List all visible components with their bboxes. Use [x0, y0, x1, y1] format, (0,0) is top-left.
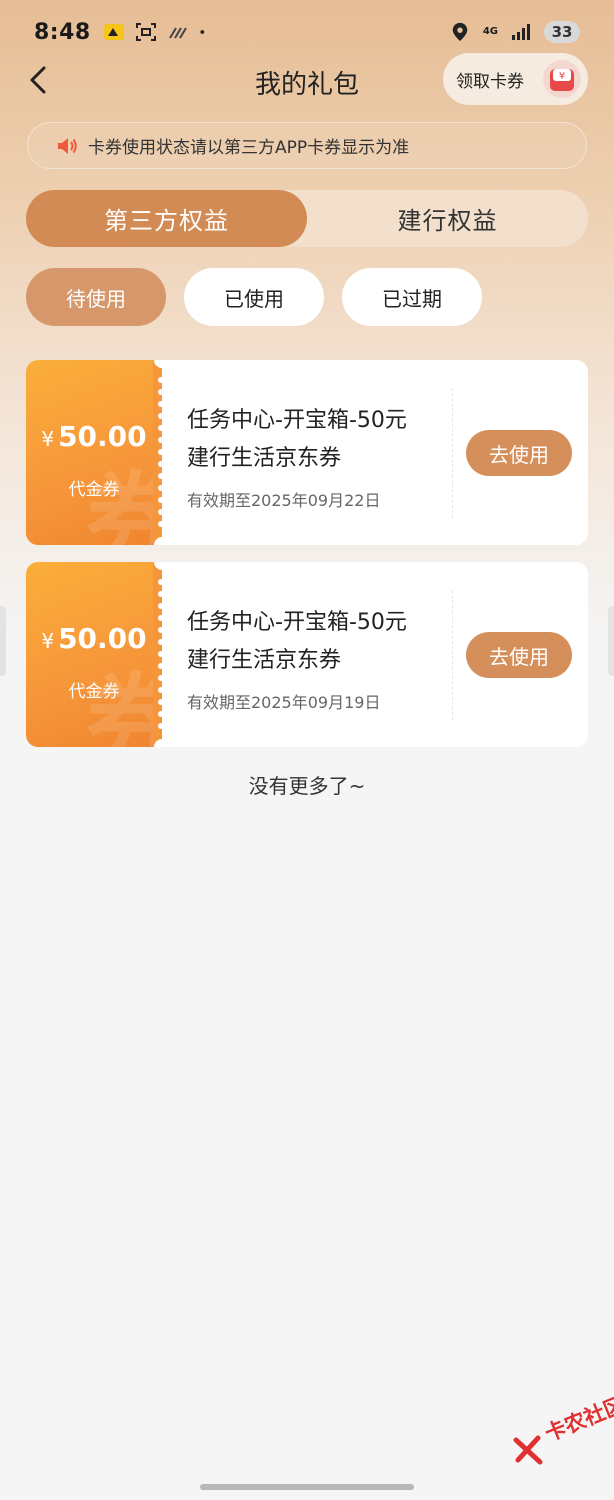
red-envelope-icon: ¥ [543, 60, 581, 98]
right-edge-handle[interactable] [608, 606, 614, 676]
coupon-type: 代金券 [68, 682, 120, 702]
no-more-text: 没有更多了~ [248, 774, 366, 798]
coupon-perforation [153, 562, 171, 747]
status-time: 8:48 [34, 19, 91, 45]
use-coupon-button[interactable]: 去使用 [466, 632, 572, 678]
coupon-name: 任务中心-开宝箱-50元 建行生活京东券 [187, 610, 407, 673]
coupon-value-panel: 券 ¥50.00 代金券 [26, 360, 162, 545]
signal-icon [512, 24, 530, 40]
coupon-expiry: 有效期至2025年09月19日 [187, 693, 381, 712]
coupon-type: 代金券 [68, 480, 120, 500]
network-type: 4G [482, 26, 498, 37]
notice-text: 卡券使用状态请以第三方APP卡券显示为准 [88, 138, 410, 158]
battery-icon: 33 [544, 21, 580, 43]
coupon-card: 券 ¥50.00 代金券 任务中心-开宝箱-50元 建行生活京东券 有效期至20… [26, 562, 588, 747]
coupon-name: 任务中心-开宝箱-50元 建行生活京东券 [187, 408, 407, 471]
coupon-card: 券 ¥50.00 代金券 任务中心-开宝箱-50元 建行生活京东券 有效期至20… [26, 360, 588, 545]
nfc-icon [168, 27, 187, 39]
app-notification-icon [103, 24, 124, 40]
main-tabs: 第三方权益 建行权益 [26, 190, 588, 247]
tab-ccb[interactable]: 建行权益 [307, 190, 588, 247]
use-coupon-button[interactable]: 去使用 [466, 430, 572, 476]
coupon-amount: ¥50.00 [41, 622, 147, 655]
speaker-icon [58, 137, 77, 154]
coupon-divider [452, 388, 453, 518]
red-envelope-symbol: ¥ [559, 71, 565, 82]
coupon-divider [452, 590, 453, 720]
filter-unused[interactable]: 待使用 [26, 268, 166, 326]
status-filter-tabs: 待使用 已使用 已过期 [26, 268, 482, 326]
get-coupon-label: 领取卡券 [456, 71, 524, 92]
get-coupon-button[interactable]: 领取卡券 ¥ [443, 53, 588, 105]
watermark-text: 卡农社区 [541, 1392, 614, 1446]
watermark-logo-icon [513, 1435, 543, 1465]
filter-expired[interactable]: 已过期 [342, 268, 482, 326]
filter-used[interactable]: 已使用 [184, 268, 324, 326]
coupon-expiry: 有效期至2025年09月22日 [187, 491, 381, 510]
screenshot-icon [135, 23, 156, 41]
coupon-perforation [153, 360, 171, 545]
notice-banner: 卡券使用状态请以第三方APP卡券显示为准 [27, 122, 587, 169]
tab-third-party[interactable]: 第三方权益 [26, 190, 307, 247]
nav-bar: 我的礼包 领取卡券 ¥ [0, 50, 614, 108]
dot-icon [200, 30, 204, 34]
location-icon [452, 22, 468, 42]
home-indicator[interactable] [200, 1484, 414, 1490]
coupon-value-panel: 券 ¥50.00 代金券 [26, 562, 162, 747]
coupon-amount: ¥50.00 [41, 420, 147, 453]
community-watermark: 卡农社区 [512, 1392, 614, 1482]
left-edge-handle[interactable] [0, 606, 6, 676]
